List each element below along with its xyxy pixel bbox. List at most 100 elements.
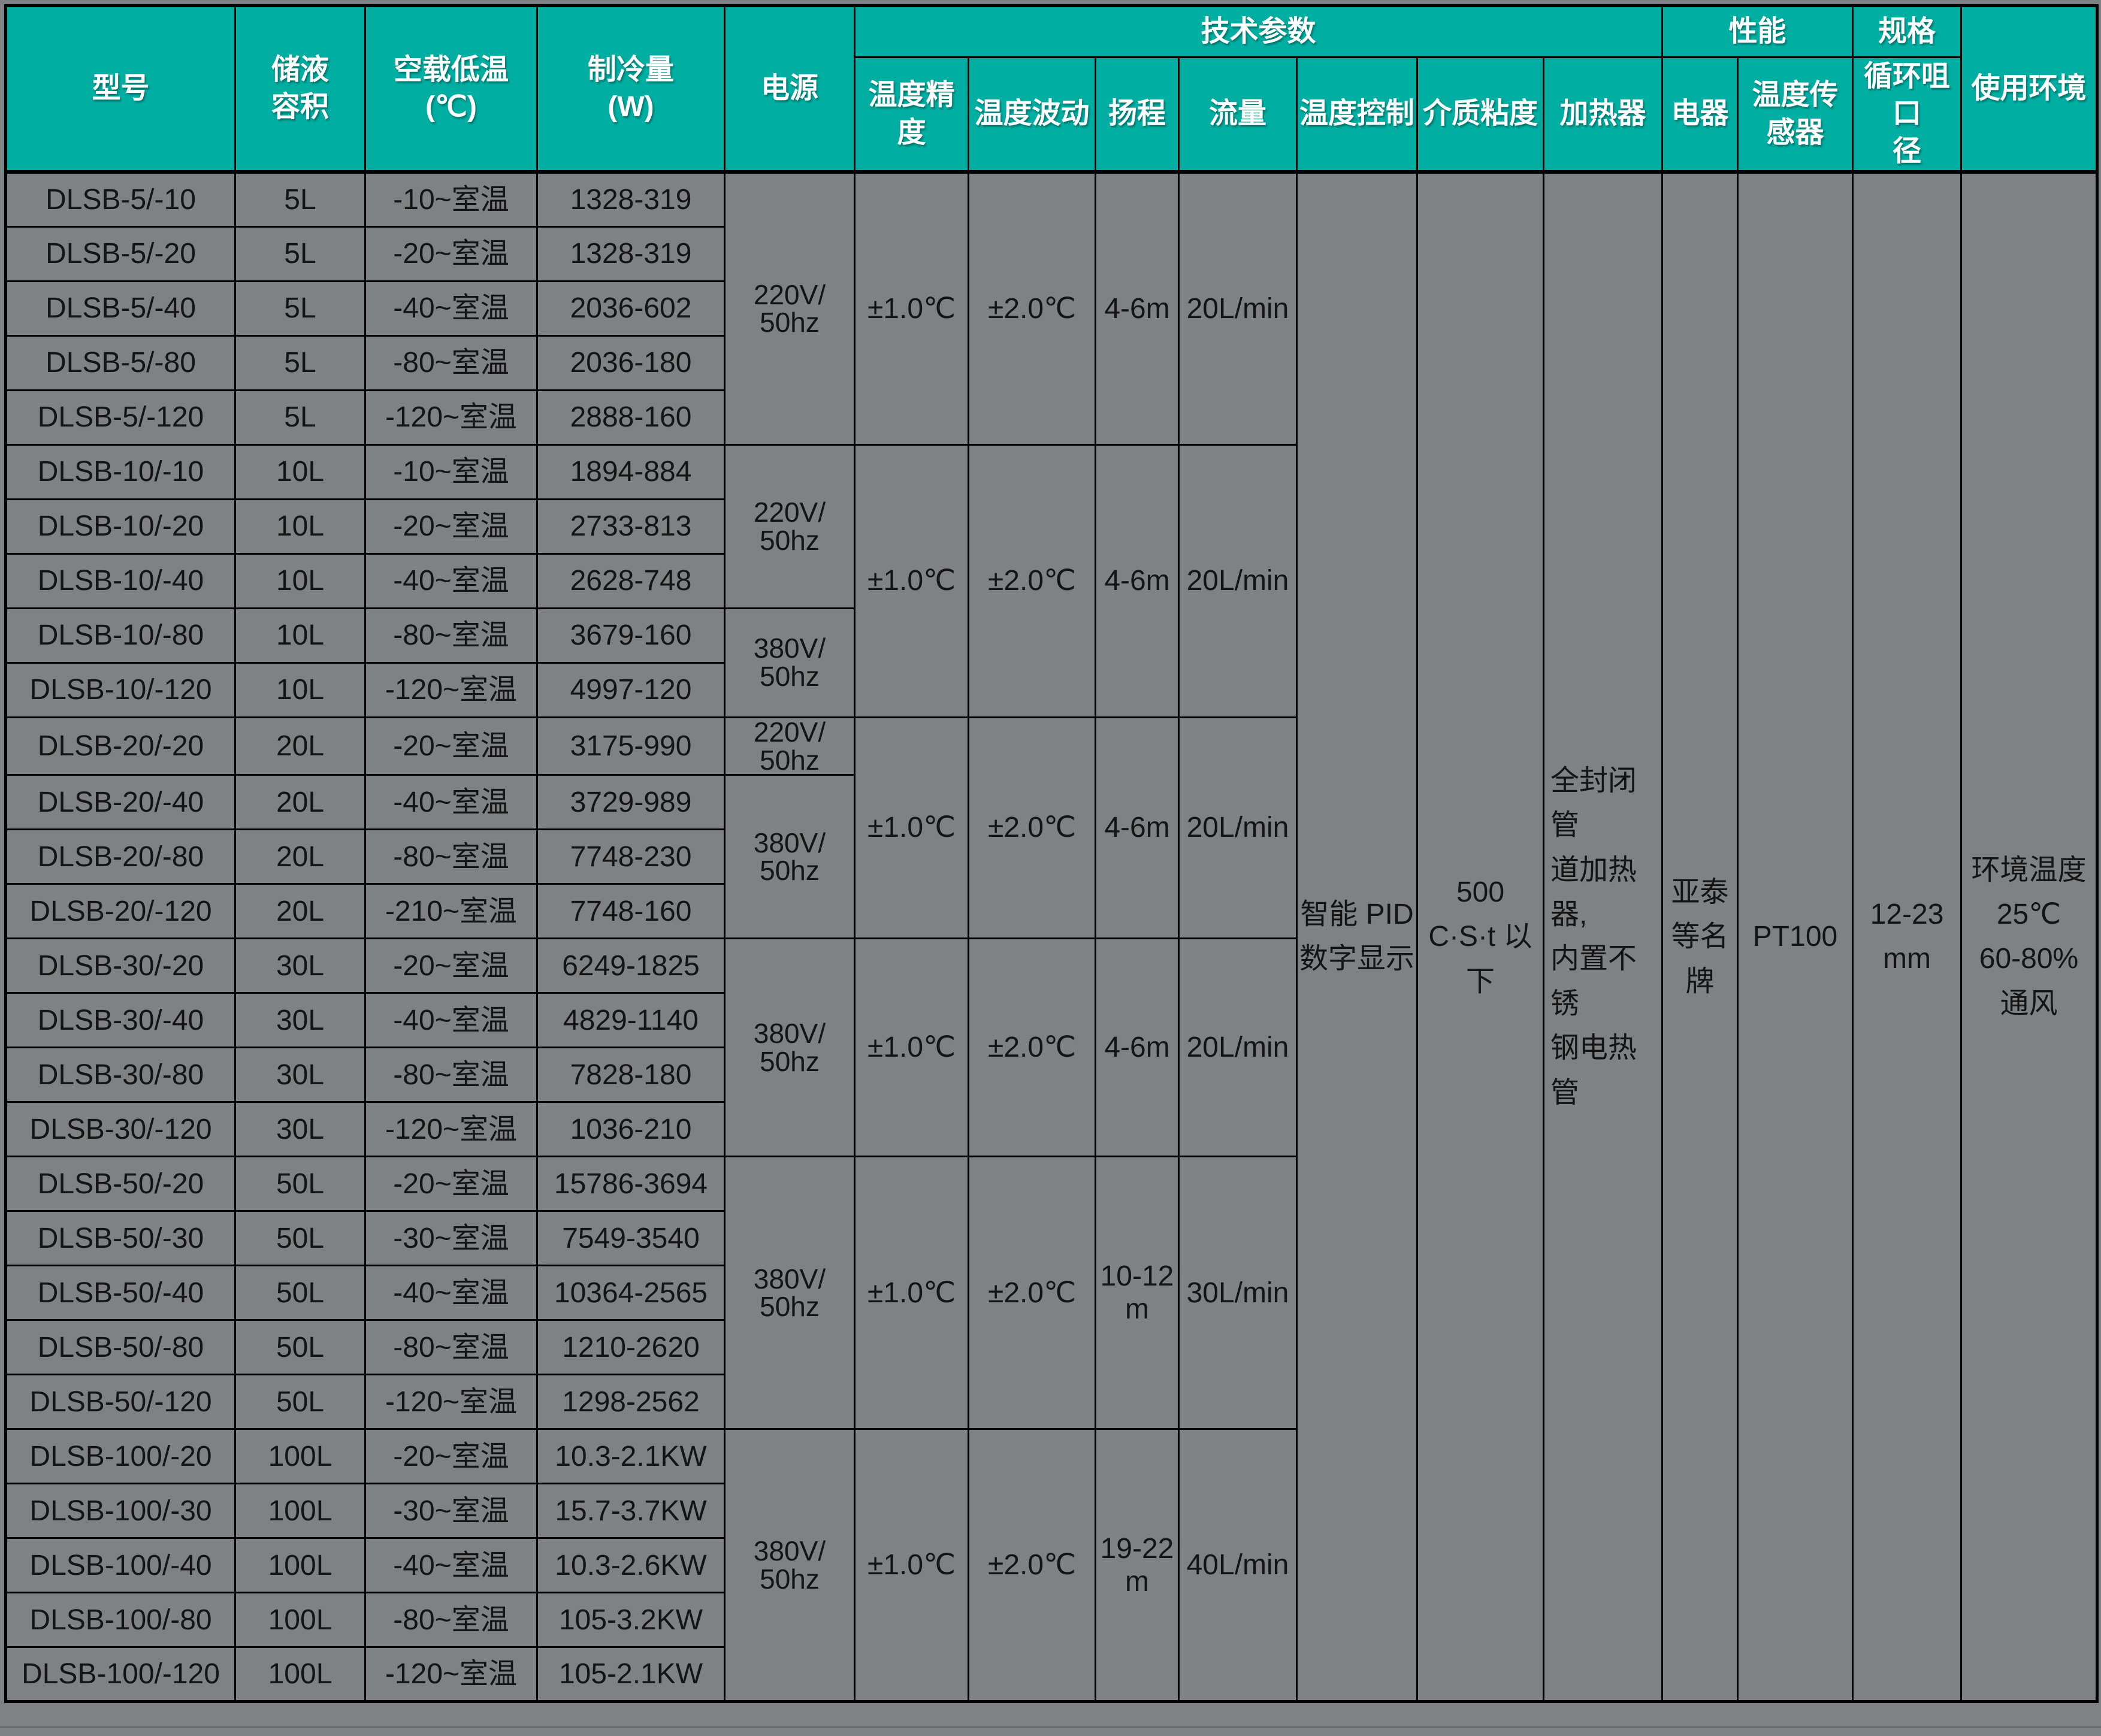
cell-cooling-capacity: 4997-120 [537,663,725,717]
cell-cooling-capacity: 105-3.2KW [537,1593,725,1647]
cell-tank-volume: 20L [235,830,365,884]
cell-lift: 4-6m [1096,717,1179,939]
cell-noload-low-temp: -40~室温 [365,281,537,335]
cell-cooling-capacity: 1298-2562 [537,1375,725,1429]
cell-model: DLSB-10/-120 [6,663,235,717]
cell-power-supply: 220V/ 50hz [725,444,855,608]
cell-temp-fluctuation: ±2.0℃ [969,172,1096,444]
cell-noload-low-temp: -40~室温 [365,775,537,830]
spec-table: 型号储液 容积空载低温 (℃)制冷量 (W)电源技术参数性能规格使用环境温度精度… [4,4,2099,1703]
cell-lift: 10-12 m [1096,1157,1179,1429]
cell-model: DLSB-30/-40 [6,993,235,1048]
cell-temp-fluctuation: ±2.0℃ [969,939,1096,1157]
cell-noload-low-temp: -30~室温 [365,1484,537,1538]
cell-cooling-capacity: 6249-1825 [537,939,725,993]
cell-noload-low-temp: -40~室温 [365,993,537,1048]
cell-flow-rate: 20L/min [1179,172,1297,444]
cell-tank-volume: 30L [235,993,365,1048]
cell-tank-volume: 20L [235,717,365,775]
cell-flow-rate: 20L/min [1179,717,1297,939]
cell-noload-low-temp: -80~室温 [365,1048,537,1102]
cell-power-supply: 380V/ 50hz [725,1429,855,1702]
col-header-medium-viscosity: 介质粘度 [1417,58,1544,173]
cell-tank-volume: 30L [235,939,365,993]
cell-tank-volume: 50L [235,1157,365,1211]
cell-noload-low-temp: -40~室温 [365,554,537,608]
col-header-temp-fluctuation: 温度波动 [969,58,1096,173]
cell-temp-accuracy: ±1.0℃ [855,1429,969,1702]
cell-tank-volume: 30L [235,1102,365,1157]
col-header-model: 型号 [6,6,235,173]
cell-tank-volume: 100L [235,1484,365,1538]
cell-heater: 全封闭管 道加热 器, 内置不锈 钢电热管 [1544,172,1662,1702]
cell-power-supply: 380V/ 50hz [725,939,855,1157]
spec-table-header: 型号储液 容积空载低温 (℃)制冷量 (W)电源技术参数性能规格使用环境温度精度… [6,6,2097,173]
cell-noload-low-temp: -120~室温 [365,1375,537,1429]
cell-model: DLSB-50/-120 [6,1375,235,1429]
col-header-temp-sensor: 温度传 感器 [1738,58,1853,173]
cell-noload-low-temp: -20~室温 [365,226,537,281]
cell-noload-low-temp: -10~室温 [365,172,537,226]
cell-tank-volume: 100L [235,1647,365,1702]
table-row: DLSB-5/-105L-10~室温1328-319220V/ 50hz±1.0… [6,172,2097,226]
cell-model: DLSB-100/-80 [6,1593,235,1647]
cell-cooling-capacity: 4829-1140 [537,993,725,1048]
cell-model: DLSB-30/-120 [6,1102,235,1157]
cell-model: DLSB-50/-40 [6,1266,235,1320]
cell-cooling-capacity: 2036-602 [537,281,725,335]
cell-tank-volume: 100L [235,1593,365,1647]
cell-lift: 4-6m [1096,444,1179,717]
spec-table-body: DLSB-5/-105L-10~室温1328-319220V/ 50hz±1.0… [6,172,2097,1702]
cell-tank-volume: 5L [235,390,365,444]
cell-cooling-capacity: 2888-160 [537,390,725,444]
cell-cooling-capacity: 7748-230 [537,830,725,884]
cell-model: DLSB-100/-20 [6,1429,235,1484]
cell-operating-environment: 环境温度 25℃ 60-80% 通风 [1961,172,2097,1702]
col-header-operating-environment: 使用环境 [1961,6,2097,173]
group-header-specification: 规格 [1853,6,1961,58]
cell-cooling-capacity: 2733-813 [537,499,725,554]
cell-temp-fluctuation: ±2.0℃ [969,1157,1096,1429]
cell-tank-volume: 5L [235,172,365,226]
cell-noload-low-temp: -120~室温 [365,1647,537,1702]
cell-lift: 19-22 m [1096,1429,1179,1702]
cell-model: DLSB-30/-20 [6,939,235,993]
cell-noload-low-temp: -120~室温 [365,663,537,717]
cell-model: DLSB-10/-10 [6,444,235,499]
cell-model: DLSB-10/-80 [6,608,235,663]
cell-electrics: 亚泰 等名 牌 [1662,172,1738,1702]
cell-model: DLSB-100/-40 [6,1538,235,1593]
cell-cooling-capacity: 10364-2565 [537,1266,725,1320]
col-header-tank-volume: 储液 容积 [235,6,365,173]
cell-cooling-capacity: 10.3-2.6KW [537,1538,725,1593]
cell-cooling-capacity: 15786-3694 [537,1157,725,1211]
cell-model: DLSB-5/-40 [6,281,235,335]
cell-tank-volume: 50L [235,1266,365,1320]
cell-model: DLSB-30/-80 [6,1048,235,1102]
col-header-noload-low-temp: 空载低温 (℃) [365,6,537,173]
cell-noload-low-temp: -20~室温 [365,499,537,554]
col-header-electrics: 电器 [1662,58,1738,173]
cell-temp-control: 智能 PID 数字显示 [1297,172,1417,1702]
cell-noload-low-temp: -30~室温 [365,1211,537,1266]
cell-temp-fluctuation: ±2.0℃ [969,444,1096,717]
cell-tank-volume: 100L [235,1429,365,1484]
cell-tank-volume: 10L [235,608,365,663]
cell-model: DLSB-20/-80 [6,830,235,884]
cell-lift: 4-6m [1096,939,1179,1157]
cell-flow-rate: 40L/min [1179,1429,1297,1702]
cell-model: DLSB-50/-20 [6,1157,235,1211]
cell-noload-low-temp: -10~室温 [365,444,537,499]
cell-model: DLSB-5/-80 [6,335,235,390]
cell-cooling-capacity: 2036-180 [537,335,725,390]
group-header-technical-params: 技术参数 [855,6,1662,58]
cell-cooling-capacity: 3175-990 [537,717,725,775]
cell-cooling-capacity: 3679-160 [537,608,725,663]
cell-temp-accuracy: ±1.0℃ [855,172,969,444]
cell-model: DLSB-5/-20 [6,226,235,281]
cell-cooling-capacity: 1210-2620 [537,1320,725,1375]
cell-flow-rate: 30L/min [1179,1157,1297,1429]
cell-noload-low-temp: -80~室温 [365,1593,537,1647]
cell-noload-low-temp: -80~室温 [365,1320,537,1375]
cell-model: DLSB-20/-40 [6,775,235,830]
